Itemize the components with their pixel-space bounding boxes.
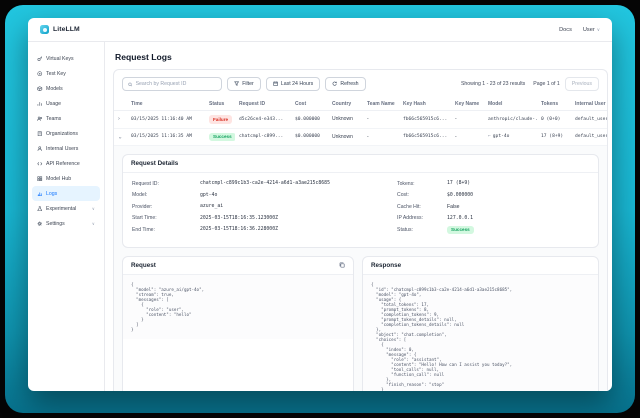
grid-icon (37, 176, 43, 182)
refresh-icon (332, 81, 337, 86)
calendar-icon (273, 81, 278, 86)
request-panel-title: Request (131, 262, 156, 269)
request-logs-table: Time Status Request ID Cost Country Team… (114, 98, 608, 146)
funnel-icon (234, 81, 239, 86)
expand-row-icon[interactable]: › (118, 117, 120, 123)
request-panel: Request { "model": "azure_ai/gpt-4o", "s… (122, 256, 354, 391)
sidebar-item-virtual-keys[interactable]: Virtual Keys (32, 51, 100, 66)
response-panel: Response { "id": "chatcmpl-c899c1b3-ca2e… (362, 256, 599, 391)
response-panel-title: Response (371, 262, 401, 269)
request-json: { "model": "azure_ai/gpt-4o", "stream": … (123, 275, 353, 339)
search-icon (128, 82, 133, 87)
sidebar-item-models[interactable]: Models (32, 81, 100, 96)
request-details-title: Request Details (131, 160, 178, 167)
key-test-icon (37, 71, 43, 77)
brand-title: LiteLLM (53, 26, 80, 33)
sidebar-item-settings[interactable]: Settings ∨ (32, 216, 100, 231)
controls-row: Filter Last 24 Hours Refresh Showing 1 -… (114, 70, 607, 98)
people-icon (37, 116, 43, 122)
provider-value: azure_ai (200, 204, 223, 209)
gear-icon (37, 221, 43, 227)
expanded-row-detail: Request Details Request ID:chatcmpl-c899… (114, 146, 607, 391)
cube-icon (37, 86, 43, 92)
refresh-button[interactable]: Refresh (325, 77, 365, 91)
sidebar-item-internal-users[interactable]: Internal Users (32, 141, 100, 156)
sidebar-item-api-reference[interactable]: API Reference (32, 156, 100, 171)
logs-chart-icon (37, 191, 43, 197)
sidebar-item-usage[interactable]: Usage (32, 96, 100, 111)
litellm-logo-icon (40, 25, 49, 34)
ip-address-value: 127.0.0.1 (447, 216, 473, 221)
key-icon (37, 56, 43, 62)
chevron-down-icon: ∨ (597, 27, 600, 33)
sidebar-item-logs[interactable]: Logs (32, 186, 100, 201)
litellm-app-window: LiteLLM Docs User ∨ Virtual Keys Test Ke… (28, 18, 612, 391)
sidebar-item-experimental[interactable]: Experimental ∨ (32, 201, 100, 216)
sidebar-item-test-key[interactable]: Test Key (32, 66, 100, 81)
filter-button[interactable]: Filter (227, 77, 261, 91)
request-id-value: chatcmpl-c899c1b3-ca2e-4214-a6d1-a3ae215… (200, 181, 330, 186)
code-icon (37, 161, 43, 167)
collapse-row-icon[interactable]: › (116, 136, 122, 138)
model-value: gpt-4o (200, 193, 217, 198)
page-title: Request Logs (115, 52, 612, 62)
docs-link[interactable]: Docs (559, 27, 572, 33)
end-time-value: 2025-03-15T18:16:36.228000Z (200, 227, 278, 232)
chevron-down-icon: ∨ (92, 206, 95, 211)
status-badge: Failure (209, 115, 232, 124)
request-id-search[interactable] (122, 77, 222, 91)
response-json: { "id": "chatcmpl-c899c1b3-ca2e-4214-a6d… (363, 275, 598, 391)
table-header-row: Time Status Request ID Cost Country Team… (114, 98, 608, 111)
logs-card: Filter Last 24 Hours Refresh Showing 1 -… (113, 69, 608, 391)
page-indicator: Page 1 of 1 (533, 81, 560, 87)
cache-hit-value: False (447, 204, 459, 210)
previous-page-button[interactable]: Previous (565, 77, 599, 91)
table-row-expanded[interactable]: › 03/15/2025 11:16:35 AM Success chatcmp… (114, 128, 608, 146)
user-menu-label: User (583, 27, 595, 33)
status-badge: Success (209, 133, 235, 142)
building-icon (37, 131, 43, 137)
sidebar-item-teams[interactable]: Teams (32, 111, 100, 126)
bar-chart-icon (37, 101, 43, 107)
person-icon (37, 146, 43, 152)
results-count: Showing 1 - 23 of 23 results (461, 81, 525, 87)
sidebar-nav: Virtual Keys Test Key Models Usage Teams (28, 42, 105, 391)
copy-icon[interactable] (339, 262, 345, 268)
status-badge: Success (447, 226, 474, 235)
chevron-down-icon: ∨ (92, 221, 95, 226)
flask-icon (37, 206, 43, 212)
sidebar-item-organizations[interactable]: Organizations (32, 126, 100, 141)
search-input[interactable] (136, 81, 216, 87)
fallback-arrow-icon: ← (488, 134, 491, 139)
top-navbar: LiteLLM Docs User ∨ (28, 18, 612, 42)
table-row[interactable]: › 03/15/2025 11:16:40 AM Failure d5c26ce… (114, 111, 608, 129)
tokens-value: 17 (8+9) (447, 181, 470, 186)
sidebar-item-model-hub[interactable]: Model Hub (32, 171, 100, 186)
user-menu[interactable]: User ∨ (583, 27, 600, 33)
start-time-value: 2025-03-15T18:16:35.123000Z (200, 216, 278, 221)
time-range-button[interactable]: Last 24 Hours (266, 77, 320, 91)
desktop-background: LiteLLM Docs User ∨ Virtual Keys Test Ke… (0, 0, 640, 418)
request-details-panel: Request Details Request ID:chatcmpl-c899… (122, 154, 599, 248)
cost-value: $0.000000 (447, 193, 473, 198)
main-content: Request Logs Filter (105, 42, 612, 391)
